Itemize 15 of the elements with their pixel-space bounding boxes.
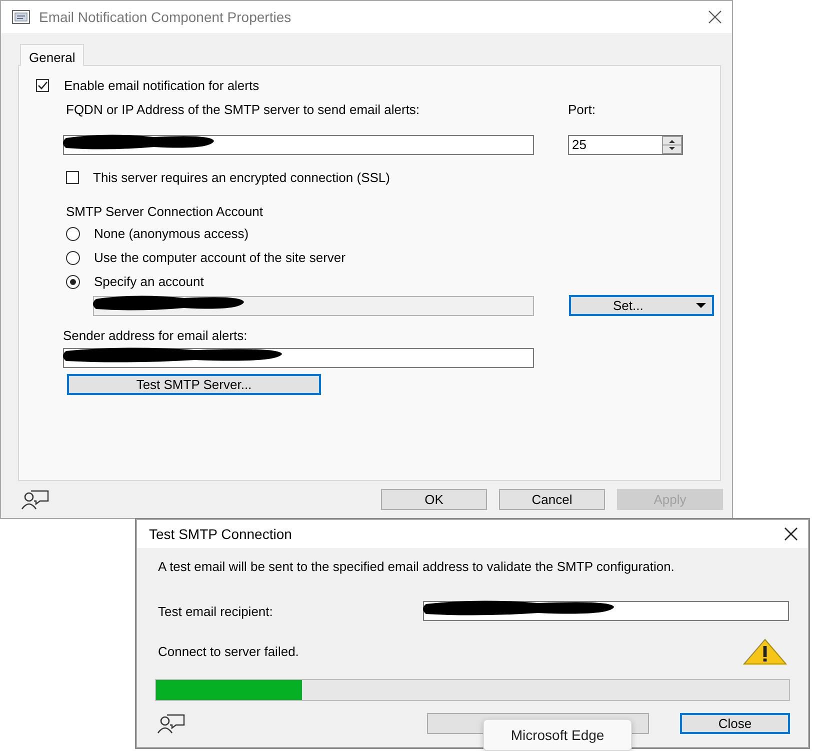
radio-label: Specify an account bbox=[94, 274, 204, 289]
status-text: Connect to server failed. bbox=[158, 644, 299, 659]
field-label: Test email recipient: bbox=[158, 604, 274, 618]
window-title: Email Notification Component Properties bbox=[39, 9, 292, 25]
window-title: Test SMTP Connection bbox=[149, 526, 292, 542]
section-heading: SMTP Server Connection Account bbox=[66, 204, 264, 219]
description-text: A test email will be sent to the specified email address to validate the SMTP configuration. bbox=[158, 559, 676, 574]
field-label: Port: bbox=[568, 102, 596, 117]
checkbox-label: This server requires an encrypted connection (SSL) bbox=[93, 170, 390, 185]
radio-label: None (anonymous access) bbox=[94, 226, 249, 241]
tooltip: Microsoft Edge bbox=[483, 719, 632, 751]
field-label: Sender address for email alerts: bbox=[63, 328, 248, 343]
radio-label: Use the computer account of the site server bbox=[94, 250, 346, 265]
checkbox-label: Enable email notification for alerts bbox=[64, 78, 260, 93]
field-label: FQDN or IP Address of the SMTP server to send email alerts: bbox=[66, 102, 421, 117]
